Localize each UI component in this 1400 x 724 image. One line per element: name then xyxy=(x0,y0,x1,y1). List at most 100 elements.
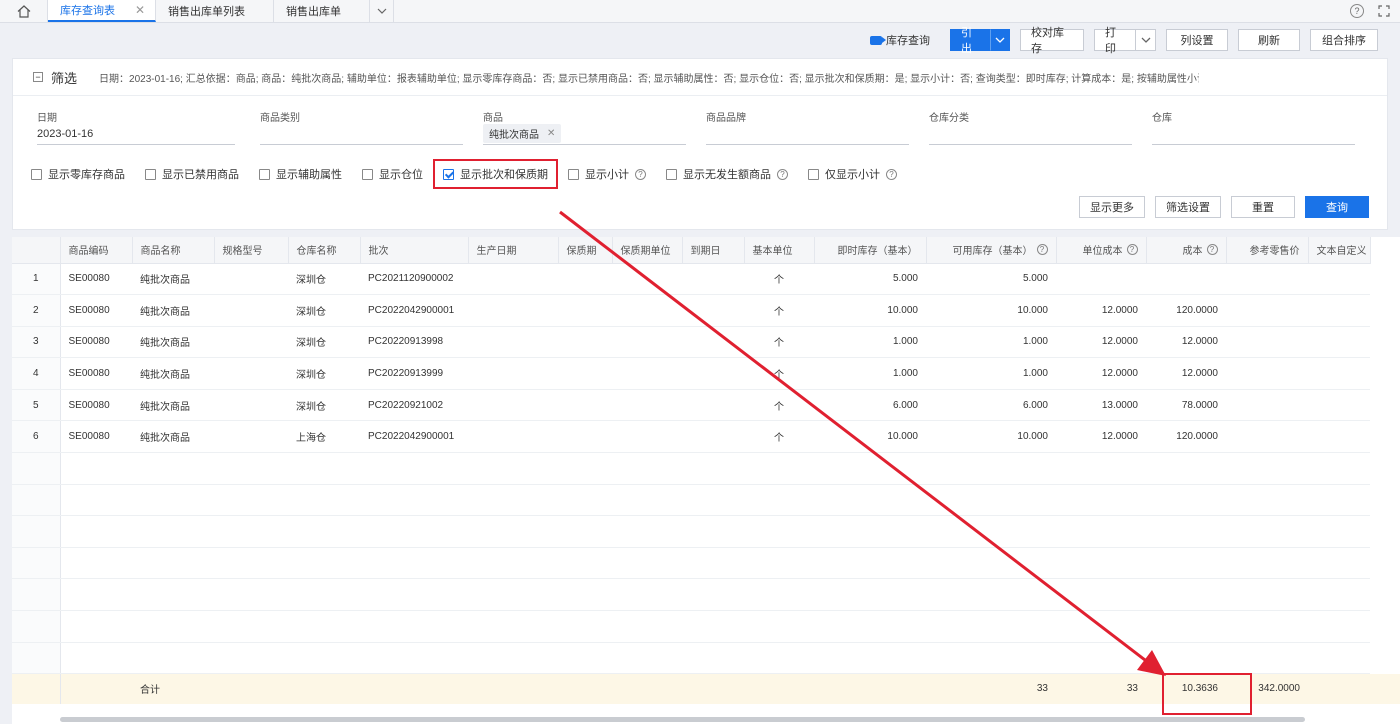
header-code[interactable]: 商品编码 xyxy=(60,237,133,264)
checkbox-show-no-activity[interactable]: 显示无发生额商品 ? xyxy=(666,159,788,189)
group-sort-button[interactable]: 组合排序 xyxy=(1310,29,1378,51)
header-spec[interactable]: 规格型号 xyxy=(214,237,289,264)
row-index: 6 xyxy=(12,420,61,454)
header-shelf-life[interactable]: 保质期 xyxy=(558,237,613,264)
cell-code: SE00080 xyxy=(60,263,132,296)
row-index xyxy=(12,610,61,643)
help-icon[interactable]: ? xyxy=(886,168,897,180)
checkbox-show-disabled[interactable]: 显示已禁用商品 xyxy=(145,159,239,189)
table-row[interactable]: 6 SE00080 纯批次商品 上海仓 PC2022042900001 个 10… xyxy=(12,420,1400,454)
product-input[interactable]: 纯批次商品 ✕ xyxy=(483,123,686,145)
header-label: 可用库存（基本） xyxy=(952,246,1033,258)
help-icon[interactable]: ? xyxy=(1036,244,1048,256)
header-text-custom[interactable]: 文本自定义 xyxy=(1308,237,1371,264)
tab-sales-outbound[interactable]: 销售出库单 xyxy=(274,0,370,22)
help-icon[interactable]: ? xyxy=(1206,244,1218,256)
checkbox-show-zero-stock[interactable]: 显示零库存商品 xyxy=(31,159,125,189)
cell-production-date xyxy=(468,294,558,327)
tab-label: 销售出库单列表 xyxy=(168,6,245,18)
collapse-icon[interactable]: − xyxy=(33,72,43,82)
header-base-unit[interactable]: 基本单位 xyxy=(744,237,815,264)
checkbox-box[interactable] xyxy=(31,168,42,180)
table-row[interactable]: 2 SE00080 纯批次商品 深圳仓 PC2022042900001 个 10… xyxy=(12,294,1400,327)
tab-stock-query[interactable]: 库存查询表 ✕ xyxy=(48,0,156,22)
table-row[interactable]: 5 SE00080 纯批次商品 深圳仓 PC20220921002 个 6.00… xyxy=(12,389,1400,422)
cell-shelf-life xyxy=(558,294,612,327)
checkbox-box[interactable] xyxy=(666,168,677,180)
help-icon[interactable]: ? xyxy=(635,168,646,180)
cell-code: SE00080 xyxy=(60,420,132,454)
cell-unit-cost: 12.0000 xyxy=(1056,326,1146,359)
checkbox-show-batch-expiry[interactable]: 显示批次和保质期 xyxy=(433,159,558,189)
table-row[interactable]: 1 SE00080 纯批次商品 深圳仓 PC2021120900002 个 5.… xyxy=(12,263,1400,296)
row-index: 1 xyxy=(12,263,61,296)
cell-spec xyxy=(214,357,288,390)
header-available-stock[interactable]: 可用库存（基本）? xyxy=(926,237,1057,264)
date-input[interactable]: 2023-01-16 xyxy=(37,123,235,145)
checkbox-show-location[interactable]: 显示仓位 xyxy=(362,159,423,189)
header-batch[interactable]: 批次 xyxy=(360,237,469,264)
header-retail-price[interactable]: 参考零售价 xyxy=(1226,237,1309,264)
cell-batch: PC20220921002 xyxy=(360,389,468,422)
verify-stock-button[interactable]: 校对库存 xyxy=(1020,27,1084,55)
header-cost[interactable]: 成本? xyxy=(1146,237,1227,264)
close-icon[interactable]: ✕ xyxy=(547,128,555,139)
help-icon[interactable]: ? xyxy=(1126,244,1138,256)
cell-production-date xyxy=(468,420,558,454)
cell-batch: PC2022042900001 xyxy=(360,420,468,454)
column-settings-button[interactable]: 列设置 xyxy=(1166,29,1228,51)
tab-sales-outbound-list[interactable]: 销售出库单列表 xyxy=(156,0,274,22)
cell-shelf-life-unit xyxy=(612,420,682,454)
filter-settings-button[interactable]: 筛选设置 xyxy=(1155,196,1221,218)
checkbox-box[interactable] xyxy=(259,168,270,180)
warehouse-input[interactable] xyxy=(1152,123,1355,145)
warehouse-category-input[interactable] xyxy=(929,123,1132,145)
category-input[interactable] xyxy=(260,123,463,145)
query-button[interactable]: 查询 xyxy=(1305,196,1369,218)
checkbox-box[interactable] xyxy=(443,168,454,180)
checkbox-box[interactable] xyxy=(568,168,579,180)
header-unit-cost[interactable]: 单位成本? xyxy=(1056,237,1147,264)
table-row[interactable]: 3 SE00080 纯批次商品 深圳仓 PC20220913998 个 1.00… xyxy=(12,326,1400,359)
print-button[interactable]: 打印 xyxy=(1094,27,1136,55)
horizontal-scrollbar[interactable] xyxy=(60,717,1305,722)
help-icon[interactable]: ? xyxy=(1350,4,1364,18)
header-name[interactable]: 商品名称 xyxy=(132,237,215,264)
cell-code: SE00080 xyxy=(60,357,132,390)
cell-stock: 5.000 xyxy=(814,263,926,296)
reset-button[interactable]: 重置 xyxy=(1231,196,1295,218)
checkbox-subtotal-only[interactable]: 仅显示小计 ? xyxy=(808,159,897,189)
header-production-date[interactable]: 生产日期 xyxy=(468,237,559,264)
fullscreen-icon[interactable] xyxy=(1378,5,1390,17)
checkbox-label: 显示辅助属性 xyxy=(276,169,342,181)
show-more-button[interactable]: 显示更多 xyxy=(1079,196,1145,218)
refresh-button[interactable]: 刷新 xyxy=(1238,29,1300,51)
checkbox-show-subtotal[interactable]: 显示小计 ? xyxy=(568,159,646,189)
cell-batch: PC2022042900001 xyxy=(360,294,468,327)
export-dropdown[interactable] xyxy=(990,29,1010,51)
live-query-button[interactable]: 库存查询 xyxy=(870,32,930,48)
header-shelf-life-unit[interactable]: 保质期单位 xyxy=(612,237,683,264)
cell-retail-price xyxy=(1226,263,1308,296)
checkbox-box[interactable] xyxy=(808,168,819,180)
print-dropdown[interactable] xyxy=(1136,29,1156,51)
checkbox-box[interactable] xyxy=(145,168,156,180)
header-expiry-date[interactable]: 到期日 xyxy=(682,237,745,264)
home-tab[interactable] xyxy=(0,0,48,22)
tab-more-button[interactable] xyxy=(370,0,394,22)
brand-input[interactable] xyxy=(706,123,909,145)
help-icon[interactable]: ? xyxy=(777,168,788,180)
checkbox-label: 仅显示小计 xyxy=(825,169,880,181)
cell-batch: PC20220913999 xyxy=(360,357,468,390)
cell-available: 1.000 xyxy=(926,357,1056,390)
checkbox-box[interactable] xyxy=(362,168,373,180)
cell-expiry-date xyxy=(682,420,744,454)
close-icon[interactable]: ✕ xyxy=(135,3,145,17)
row-index: 4 xyxy=(12,357,61,390)
export-button[interactable]: 引出 xyxy=(950,27,990,55)
header-warehouse[interactable]: 仓库名称 xyxy=(288,237,361,264)
cell-name: 纯批次商品 xyxy=(132,357,214,390)
checkbox-show-aux-attr[interactable]: 显示辅助属性 xyxy=(259,159,342,189)
table-row[interactable]: 4 SE00080 纯批次商品 深圳仓 PC20220913999 个 1.00… xyxy=(12,357,1400,390)
header-current-stock[interactable]: 即时库存（基本） xyxy=(814,237,927,264)
